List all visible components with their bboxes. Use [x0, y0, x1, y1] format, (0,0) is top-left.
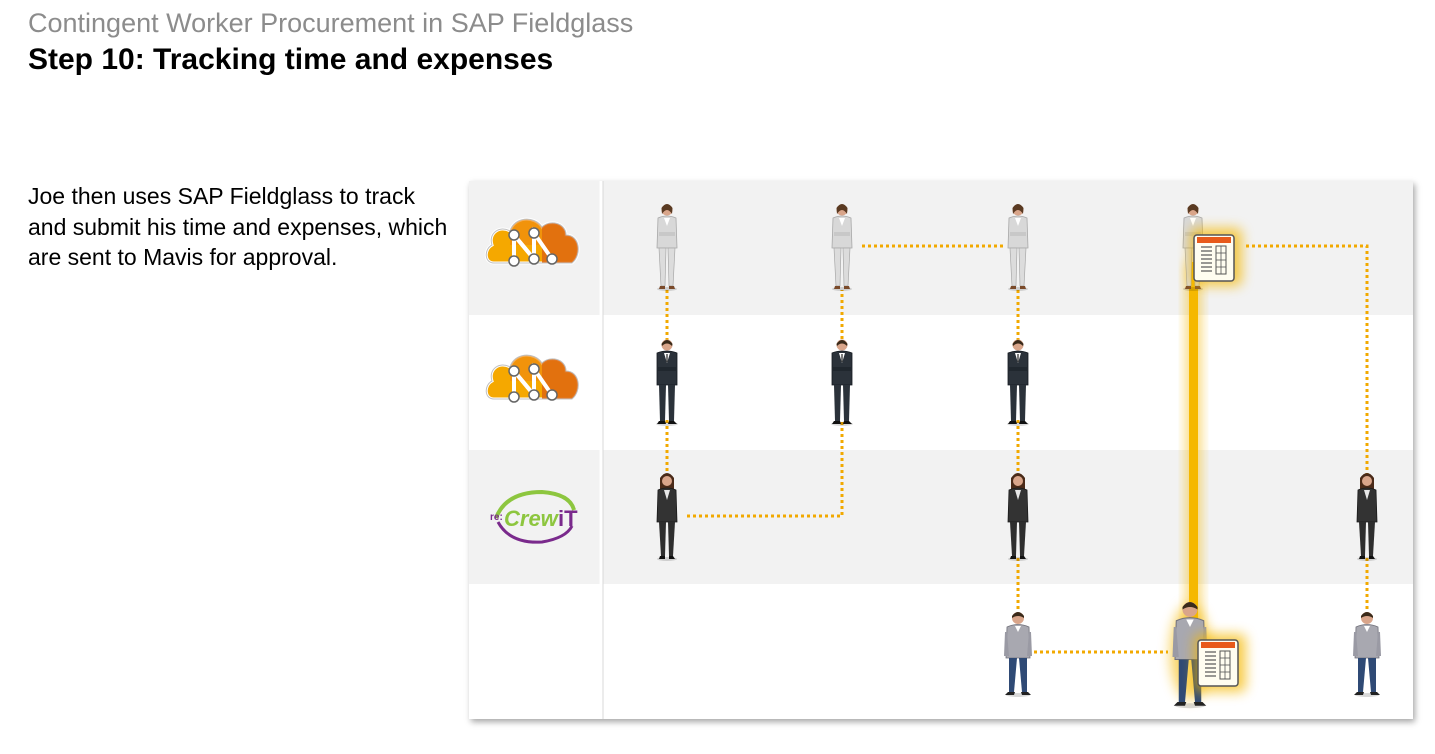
timesheet-document-icon-worker — [1197, 639, 1239, 687]
slide-title: Step 10: Tracking time and expenses — [28, 43, 554, 76]
svg-text:Crew: Crew — [504, 506, 560, 531]
timesheet-submission-path — [1189, 262, 1198, 630]
timesheet-document-icon-approver — [1193, 234, 1235, 282]
lane-4-background — [469, 584, 1413, 719]
svg-text:re:: re: — [490, 512, 503, 523]
presentation-subtitle: Contingent Worker Procurement in SAP Fie… — [28, 8, 634, 38]
svg-text:iT: iT — [558, 506, 578, 531]
step-description: Joe then uses SAP Fieldglass to track an… — [28, 183, 448, 270]
lane-3-background — [469, 450, 1413, 584]
lane-2-background — [469, 315, 1413, 450]
lane-1-background — [469, 181, 1413, 315]
process-diagram: re: Crew iT — [469, 181, 1413, 719]
